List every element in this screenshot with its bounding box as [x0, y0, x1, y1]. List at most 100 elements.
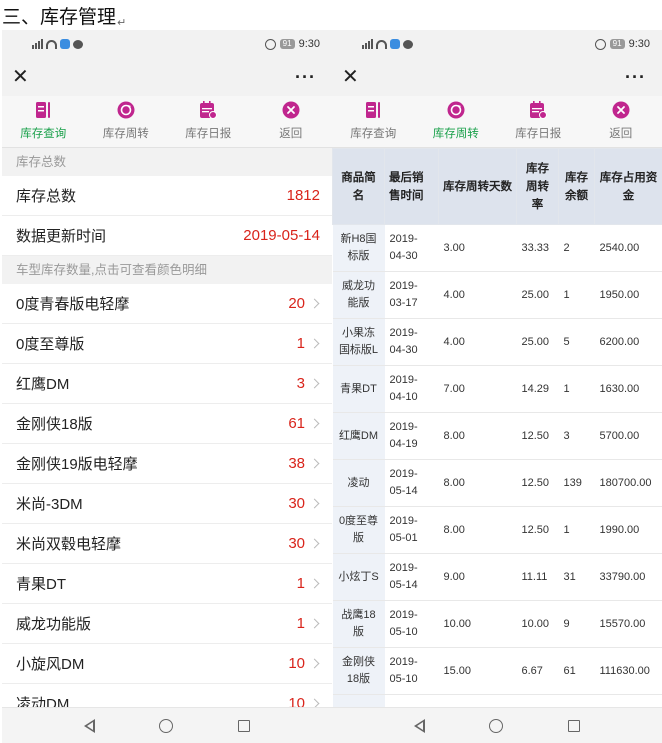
- tab-label: 库存查询: [20, 128, 67, 140]
- tab-inventory-query[interactable]: 库存查询: [2, 96, 85, 147]
- row-label: 库存总数: [16, 188, 77, 205]
- clock: 9:30: [298, 38, 320, 50]
- cell-turnover-days: 4.00: [438, 318, 517, 366]
- table-row: 威龙功能版 2019-03-17 4.00 25.00 1 1950.00: [332, 271, 662, 319]
- table-row: 小果冻国标版L 2019-04-30 4.00 25.00 5 6200.00: [332, 318, 662, 366]
- cell-capital: 180700.00: [594, 459, 662, 507]
- chevron-right-icon: [309, 458, 320, 469]
- cell-name: 威龙功能版: [332, 271, 385, 319]
- close-button[interactable]: ✕: [342, 67, 359, 87]
- tab-bar: 库存查询 库存周转 库存日报 返回: [2, 96, 332, 148]
- cell-turnover-days: 9.00: [438, 553, 517, 601]
- battery-icon: 91: [279, 39, 295, 49]
- cell-turnover-rate: 10.00: [516, 600, 559, 648]
- document-list-icon: [363, 100, 383, 120]
- model-row[interactable]: 小旋风DM 10: [2, 644, 332, 684]
- tab-return[interactable]: 返回: [580, 96, 662, 147]
- turnover-icon: [116, 100, 136, 120]
- cell-capital: 15570.00: [594, 600, 662, 648]
- cell-name: 小炫丁S: [332, 553, 385, 601]
- row-value: 2019-05-14: [243, 227, 320, 244]
- table-row: 战鹰18版 2019-05-10 10.00 10.00 9 15570.00: [332, 600, 662, 648]
- cell-capital: 6200.00: [594, 318, 662, 366]
- tab-label: 库存日报: [185, 128, 232, 140]
- row-label: 数据更新时间: [16, 228, 107, 245]
- cell-turnover-rate: 14.29: [516, 365, 559, 413]
- model-row[interactable]: 红鹰DM 3: [2, 364, 332, 404]
- row-label: 金刚侠18版: [16, 416, 93, 433]
- cell-turnover-days: 8.00: [438, 459, 517, 507]
- model-row[interactable]: 金刚侠18版 61: [2, 404, 332, 444]
- close-button[interactable]: ✕: [12, 67, 29, 87]
- back-icon[interactable]: [414, 718, 426, 733]
- cell-stock-balance: 5: [558, 318, 595, 366]
- wifi-icon: [376, 39, 387, 49]
- calendar-icon: [528, 100, 548, 120]
- cell-capital: 1950.00: [594, 271, 662, 319]
- chevron-right-icon: [309, 658, 320, 669]
- row-value: 30: [288, 535, 305, 552]
- chevron-right-icon: [309, 298, 320, 309]
- cell-last-sale: 2019-03-17: [384, 271, 439, 319]
- cell-stock-balance: 2: [558, 224, 595, 272]
- summary-row-update-time: 数据更新时间 2019-05-14: [2, 216, 332, 256]
- document-heading-text: 三、库存管理: [2, 6, 117, 28]
- model-row[interactable]: 米尚-3DM 30: [2, 484, 332, 524]
- cell-turnover-rate: 11.11: [516, 553, 559, 601]
- cell-stock-balance: 1: [558, 506, 595, 554]
- alarm-icon: [264, 38, 276, 50]
- column-header-name: 商品简名: [332, 148, 385, 225]
- table-row: 金刚侠18版 2019-05-10 15.00 6.67 61 111630.00: [332, 647, 662, 695]
- column-header-turnover-rate: 库存周转率: [516, 148, 559, 225]
- status-icons-right: 91 9:30: [594, 38, 650, 50]
- cell-last-sale: 2019-04-19: [384, 412, 439, 460]
- tab-label: 返回: [609, 128, 633, 140]
- status-bar: 91 9:30: [332, 30, 662, 58]
- cell-capital: 111630.00: [594, 647, 662, 695]
- cell-last-sale: 2019-05-10: [384, 600, 439, 648]
- cell-turnover-rate: 33.33: [516, 224, 559, 272]
- model-row[interactable]: 金刚侠19版电轻摩 38: [2, 444, 332, 484]
- back-icon[interactable]: [84, 718, 96, 733]
- cell-last-sale: 2019-05-10: [384, 647, 439, 695]
- cell-name: 青果DT: [332, 365, 385, 413]
- row-label: 小旋风DM: [16, 656, 85, 673]
- row-right: 20: [288, 295, 320, 312]
- more-menu-button[interactable]: ···: [625, 67, 646, 88]
- signal-icon: [362, 39, 373, 49]
- column-header-turnover-days: 库存周转天数: [438, 148, 517, 225]
- home-icon[interactable]: [489, 718, 504, 733]
- model-row[interactable]: 0度青春版电轻摩 20: [2, 284, 332, 324]
- recent-apps-icon[interactable]: [567, 719, 580, 732]
- row-value: 30: [288, 495, 305, 512]
- home-icon[interactable]: [159, 718, 174, 733]
- nav-bar: ✕ ···: [332, 58, 662, 96]
- cell-name: 金刚侠18版: [332, 647, 385, 695]
- cell-stock-balance: 1: [558, 271, 595, 319]
- tab-inventory-turnover[interactable]: 库存周转: [85, 96, 168, 147]
- model-row[interactable]: 米尚双毂电轻摩 30: [2, 524, 332, 564]
- phone-screen-inventory-query: 91 9:30 ✕ ··· 库存查询 库存周转 库存日报 返回 库存总数 库存总…: [2, 30, 332, 743]
- signal-icon: [32, 39, 43, 49]
- tab-return[interactable]: 返回: [250, 96, 333, 147]
- recent-apps-icon[interactable]: [237, 719, 250, 732]
- alarm-icon: [594, 38, 606, 50]
- model-row[interactable]: 0度至尊版 1: [2, 324, 332, 364]
- model-row[interactable]: 青果DT 1: [2, 564, 332, 604]
- more-menu-button[interactable]: ···: [295, 67, 316, 88]
- tab-inventory-daily[interactable]: 库存日报: [497, 96, 580, 147]
- tab-inventory-daily[interactable]: 库存日报: [167, 96, 250, 147]
- close-circle-icon: [281, 100, 301, 120]
- row-right: 30: [288, 535, 320, 552]
- cell-last-sale: 2019-04-30: [384, 318, 439, 366]
- chevron-right-icon: [309, 378, 320, 389]
- tab-inventory-turnover[interactable]: 库存周转: [415, 96, 498, 147]
- table-row: 0度至尊版 2019-05-01 8.00 12.50 1 1990.00: [332, 506, 662, 554]
- tab-inventory-query[interactable]: 库存查询: [332, 96, 415, 147]
- cell-turnover-days: 8.00: [438, 412, 517, 460]
- cell-turnover-rate: 12.50: [516, 459, 559, 507]
- row-label: 0度至尊版: [16, 336, 85, 353]
- chevron-right-icon: [309, 618, 320, 629]
- model-row[interactable]: 威龙功能版 1: [2, 604, 332, 644]
- cell-last-sale: 2019-05-01: [384, 506, 439, 554]
